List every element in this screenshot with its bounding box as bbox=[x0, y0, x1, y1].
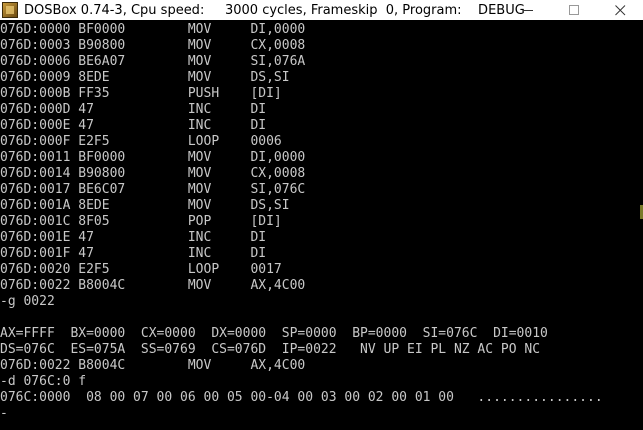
close-icon bbox=[614, 4, 625, 15]
console-line: 076D:001A 8EDE MOV DS,SI bbox=[0, 198, 290, 213]
console-line: 076D:000D 47 INC DI bbox=[0, 102, 267, 117]
maximize-icon bbox=[568, 4, 579, 15]
minimize-button[interactable] bbox=[505, 0, 551, 20]
console-line: 076D:000F E2F5 LOOP 0006 bbox=[0, 134, 282, 149]
console-line: AX=FFFF BX=0000 CX=0000 DX=0000 SP=0000 … bbox=[0, 326, 548, 341]
console-line: 076D:000E 47 INC DI bbox=[0, 118, 267, 133]
console-line: 076D:0006 BE6A07 MOV SI,076A bbox=[0, 54, 306, 69]
console-line: 076D:0011 BF0000 MOV DI,0000 bbox=[0, 150, 306, 165]
window-title: DOSBox 0.74-3, Cpu speed: 3000 cycles, F… bbox=[24, 2, 525, 18]
console-line: 076D:0020 E2F5 LOOP 0017 bbox=[0, 262, 282, 277]
console-line: 076D:000B FF35 PUSH [DI] bbox=[0, 86, 282, 101]
title-bar[interactable]: DOSBox 0.74-3, Cpu speed: 3000 cycles, F… bbox=[0, 0, 643, 20]
console-line: DS=076C ES=075A SS=0769 CS=076D IP=0022 … bbox=[0, 342, 541, 357]
console-line: 076C:0000 08 00 07 00 06 00 05 00-04 00 … bbox=[0, 390, 603, 405]
minimize-icon bbox=[522, 9, 533, 11]
console-line: - bbox=[0, 406, 8, 421]
console-line: 076D:0009 8EDE MOV DS,SI bbox=[0, 70, 290, 85]
console-line: 076D:001C 8F05 POP [DI] bbox=[0, 214, 282, 229]
dos-console[interactable]: 076D:0000 BF0000 MOV DI,0000 076D:0003 B9… bbox=[0, 20, 643, 430]
console-line: 076D:0003 B90800 MOV CX,0008 bbox=[0, 38, 306, 53]
dosbox-icon bbox=[2, 2, 18, 18]
window-controls bbox=[505, 0, 643, 20]
console-line: 076D:0022 B8004C MOV AX,4C00 bbox=[0, 358, 306, 373]
console-line: 076D:001F 47 INC DI bbox=[0, 246, 267, 261]
maximize-button[interactable] bbox=[551, 0, 597, 20]
console-line: 076D:0000 BF0000 MOV DI,0000 bbox=[0, 22, 306, 37]
console-line: 076D:0022 B8004C MOV AX,4C00 bbox=[0, 278, 306, 293]
console-line: 076D:0017 BE6C07 MOV SI,076C bbox=[0, 182, 306, 197]
console-line: 076D:001E 47 INC DI bbox=[0, 230, 267, 245]
close-button[interactable] bbox=[597, 0, 643, 20]
console-line: -d 076C:0 f bbox=[0, 374, 87, 389]
console-line: 076D:0014 B90800 MOV CX,0008 bbox=[0, 166, 306, 181]
console-line: -g 0022 bbox=[0, 294, 55, 309]
